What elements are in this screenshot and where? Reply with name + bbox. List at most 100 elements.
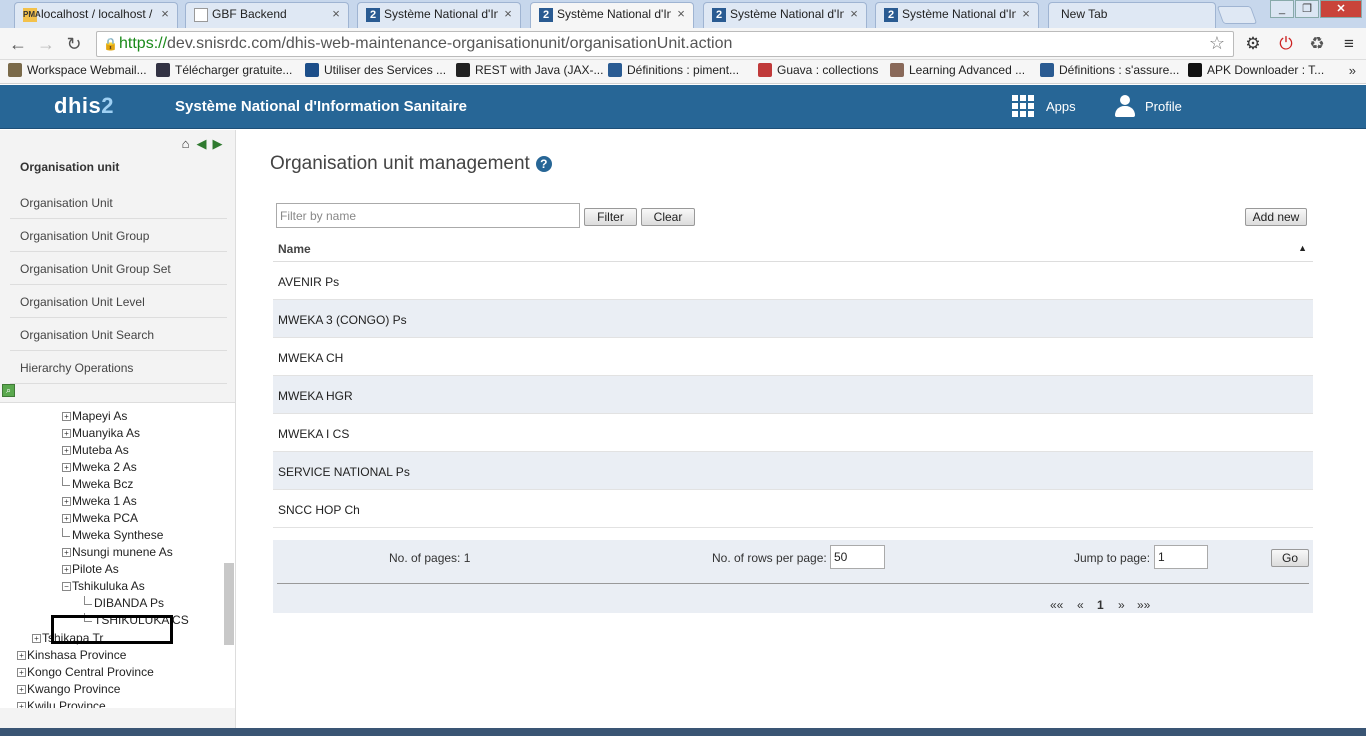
table-row[interactable]: MWEKA HGR [273,376,1313,414]
tree-node-label[interactable]: Nsungi munene As [72,545,173,559]
expand-icon[interactable]: + [62,462,71,472]
expand-icon[interactable]: + [62,496,71,506]
tree-node[interactable]: + Kongo Central Province [17,665,154,679]
home-icon[interactable]: ⌂ [178,136,193,151]
tree-node[interactable]: + Kinshasa Province [17,648,126,662]
tree-search-icon[interactable]: ⌕ [2,384,15,397]
close-icon[interactable]: × [502,7,514,20]
tree-node-label[interactable]: Mweka Synthese [72,528,163,542]
maximize-button[interactable]: ❐ [1295,0,1319,18]
browser-tab[interactable]: 2 Système National d'Inf × [357,2,521,28]
sidebar-item[interactable]: Organisation Unit Group [10,219,227,252]
close-icon[interactable]: × [159,7,171,20]
tree-node-label[interactable]: Kongo Central Province [27,665,154,679]
sidebar-item[interactable]: Organisation Unit [10,186,227,219]
tree-node[interactable]: + Pilote As [62,562,119,576]
next-page-link[interactable]: » [1118,598,1125,612]
tree-node-label[interactable]: Pilote As [72,562,119,576]
jump-to-page-input[interactable]: 1 [1154,545,1208,569]
table-row[interactable]: AVENIR Ps [273,262,1313,300]
close-icon[interactable]: × [848,7,860,20]
minimize-button[interactable]: _ [1270,0,1294,18]
tree-node[interactable]: − Tshikuluka As [62,579,145,593]
recycle-icon[interactable]: ♻ [1306,33,1328,55]
expand-icon[interactable]: + [62,547,71,557]
browser-tab[interactable]: 2 Système National d'Inf × [530,2,694,28]
expand-icon[interactable]: + [17,701,26,708]
tree-node-label[interactable]: Kwilu Province [27,699,106,708]
expand-right-icon[interactable]: ▶ [210,136,225,151]
tree-scrollbar-thumb[interactable] [224,563,234,645]
sidebar-item[interactable]: Organisation Unit Search [10,318,227,351]
table-row[interactable]: SERVICE NATIONAL Ps [273,452,1313,490]
tree-node-label[interactable]: Mweka 1 As [72,494,137,508]
expand-icon[interactable]: + [62,428,71,438]
bookmark-item[interactable]: Définitions : s'assure... [1040,63,1179,77]
tree-node[interactable]: + Mweka 1 As [62,494,137,508]
expand-icon[interactable]: + [32,633,41,643]
name-column-header[interactable]: Name ▲ [273,236,1313,262]
sidebar-item[interactable]: Organisation Unit Level [10,285,227,318]
first-page-link[interactable]: «« [1050,598,1063,612]
expand-icon[interactable]: + [17,667,26,677]
filter-input[interactable] [276,203,580,228]
browser-tab[interactable]: 2 Système National d'Inf × [875,2,1039,28]
power-icon[interactable]: ⏻ [1275,33,1297,55]
bookmark-item[interactable]: APK Downloader : T... [1188,63,1324,77]
address-bar[interactable]: 🔒 https://dev.snisrdc.com/dhis-web-maint… [96,31,1234,57]
profile-menu-button[interactable]: Profile [1115,95,1182,117]
tree-node[interactable]: Mweka Bcz [62,476,133,491]
table-row[interactable]: MWEKA CH [273,338,1313,376]
tree-node-label[interactable]: Tshikuluka As [72,579,145,593]
menu-icon[interactable]: ≡ [1338,33,1360,55]
browser-tab[interactable]: GBF Backend × [185,2,349,28]
expand-icon[interactable]: + [62,513,71,523]
close-icon[interactable]: × [675,7,687,20]
rows-per-page-input[interactable]: 50 [830,545,885,569]
tree-node[interactable]: + Kwango Province [17,682,120,696]
sort-ascending-icon[interactable]: ▲ [1298,243,1307,253]
table-row[interactable]: MWEKA 3 (CONGO) Ps [273,300,1313,338]
tree-node[interactable]: + Mweka 2 As [62,460,137,474]
tree-node[interactable]: + Nsungi munene As [62,545,173,559]
table-row[interactable]: SNCC HOP Ch [273,490,1313,528]
previous-page-link[interactable]: « [1077,598,1084,612]
tree-node-label[interactable]: Kinshasa Province [27,648,126,662]
dhis2-logo[interactable]: dhis2 [54,93,114,119]
tree-node[interactable]: DIBANDA Ps [84,595,164,610]
gear-icon[interactable]: ⚙ [1242,33,1264,55]
tree-node[interactable]: + Mweka PCA [62,511,138,525]
back-arrow-icon[interactable]: ← [6,32,30,56]
expand-icon[interactable]: + [62,564,71,574]
browser-tab[interactable]: 2 Système National d'Inf × [703,2,867,28]
tree-node-label[interactable]: Mweka PCA [72,511,138,525]
bookmark-item[interactable]: Télécharger gratuite... [156,63,292,77]
go-button[interactable]: Go [1271,549,1309,567]
expand-icon[interactable]: + [17,650,26,660]
tree-node-label[interactable]: Muanyika As [72,426,140,440]
tree-node-label[interactable]: DIBANDA Ps [94,596,164,610]
bookmark-star-icon[interactable]: ☆ [1209,33,1225,54]
tree-node[interactable]: + Mapeyi As [62,409,127,423]
bookmark-item[interactable]: Guava : collections [758,63,878,77]
tree-node-label[interactable]: Kwango Province [27,682,120,696]
expand-icon[interactable]: + [62,411,71,421]
sidebar-item[interactable]: Hierarchy Operations [10,351,227,384]
tree-node[interactable]: + Muanyika As [62,426,140,440]
table-row[interactable]: MWEKA I CS [273,414,1313,452]
tree-node[interactable]: + Muteba As [62,443,129,457]
window-close-button[interactable]: ✕ [1320,0,1362,18]
tree-node-label[interactable]: Mweka 2 As [72,460,137,474]
collapse-left-icon[interactable]: ◀ [194,136,209,151]
bookmark-item[interactable]: Utiliser des Services ... [305,63,446,77]
bookmarks-overflow-button[interactable]: » [1349,63,1356,78]
help-icon[interactable]: ? [535,156,552,172]
tree-node-label[interactable]: Mweka Bcz [72,477,133,491]
clear-button[interactable]: Clear [641,208,695,226]
expand-icon[interactable]: + [17,684,26,694]
tree-node-label[interactable]: Muteba As [72,443,129,457]
bookmark-item[interactable]: REST with Java (JAX-... [456,63,603,77]
tree-node[interactable]: Mweka Synthese [62,527,163,542]
reload-icon[interactable]: ↻ [62,32,86,56]
expand-icon[interactable]: + [62,445,71,455]
